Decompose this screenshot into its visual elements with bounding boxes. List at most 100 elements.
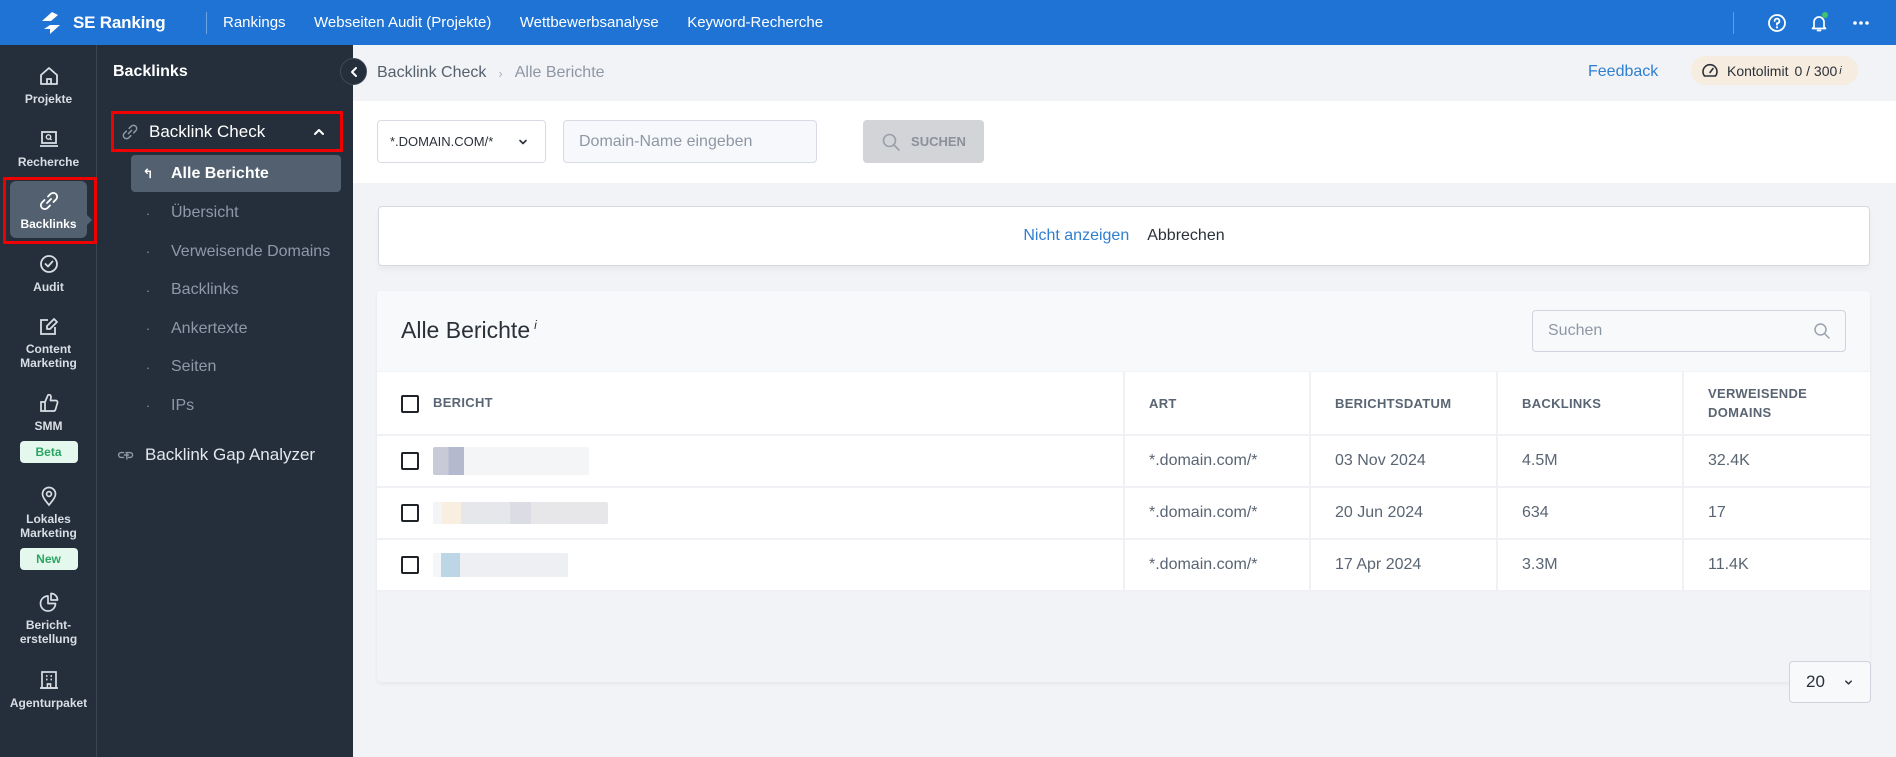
submenu-label: Übersicht (171, 204, 239, 222)
submenu-item-backlinks[interactable]: · Backlinks (131, 271, 341, 310)
report-name-blurred[interactable] (433, 447, 589, 475)
backlink-check-submenu: ↰ Alle Berichte · Übersicht · Verweisend… (131, 155, 341, 425)
table-row[interactable]: *.domain.com/* 17 Apr 2024 3.3M 11.4K (377, 539, 1870, 592)
search-button[interactable]: SUCHEN (863, 120, 984, 163)
sidebar-item-local-marketing[interactable]: Lokales Marketing New (0, 485, 97, 570)
column-header-backlinks[interactable]: BACKLINKS (1496, 372, 1683, 436)
reports-table: BERICHT ART BERICHTSDATUM BACKLINKS VERW… (377, 372, 1870, 592)
backlink-gap-analyzer-item[interactable]: Backlink Gap Analyzer (117, 445, 315, 465)
reports-search-input[interactable] (1548, 322, 1798, 340)
sidebar-item-reporting[interactable]: Bericht-erstellung (0, 591, 97, 646)
sidebar-item-label: SMM (34, 419, 63, 433)
submenu-item-all-reports[interactable]: ↰ Alle Berichte (131, 155, 341, 192)
bullet-icon: · (145, 282, 151, 298)
cell-date: 17 Apr 2024 (1309, 539, 1497, 592)
link-icon (39, 191, 58, 211)
divider (1733, 11, 1734, 34)
section-sidebar: Backlinks Backlink Check ↰ Alle Berichte… (97, 45, 367, 757)
collapse-sidebar-button[interactable] (340, 58, 367, 85)
sidebar-item-audit[interactable]: Audit (0, 253, 97, 294)
section-title: Backlinks (113, 63, 188, 80)
info-icon[interactable]: i (1839, 65, 1841, 77)
main-content: Backlink Check › Alle Berichte Feedback … (353, 45, 1896, 757)
column-header-type[interactable]: ART (1123, 372, 1310, 436)
notification-dot (1822, 12, 1828, 18)
help-button[interactable] (1756, 0, 1798, 45)
submenu-item-ips[interactable]: · IPs (131, 387, 341, 426)
per-page-select[interactable]: 20 (1789, 661, 1871, 703)
info-icon[interactable]: i (534, 318, 537, 332)
column-header-date[interactable]: BERICHTSDATUM (1309, 372, 1497, 436)
column-header-referring-domains[interactable]: VERWEISENDE DOMAINS (1682, 372, 1870, 436)
table-row[interactable]: *.domain.com/* 20 Jun 2024 634 17 (377, 487, 1870, 540)
help-icon (1768, 13, 1786, 32)
dont-show-link[interactable]: Nicht anzeigen (1023, 227, 1129, 245)
chevron-up-icon (314, 128, 324, 135)
nav-competitor-analysis[interactable]: Wettbewerbsanalyse (520, 14, 659, 31)
submenu-item-pages[interactable]: · Seiten (131, 348, 341, 387)
nav-keyword-research[interactable]: Keyword-Recherche (687, 14, 823, 31)
brand-logo[interactable]: SE Ranking (38, 10, 206, 36)
feedback-link[interactable]: Feedback (1588, 63, 1658, 81)
per-page-value: 20 (1806, 672, 1825, 691)
sidebar-item-backlinks[interactable]: Backlinks (0, 177, 97, 244)
cancel-link[interactable]: Abbrechen (1147, 227, 1224, 245)
submenu-item-overview[interactable]: · Übersicht (131, 194, 341, 233)
search-type-value: *.DOMAIN.COM/* (390, 134, 494, 149)
submenu-label: Verweisende Domains (171, 242, 331, 260)
report-name-blurred[interactable] (433, 553, 568, 577)
column-header-report[interactable]: BERICHT (377, 372, 1124, 436)
bullet-icon: · (145, 205, 151, 221)
cell-backlinks: 4.5M (1496, 435, 1683, 488)
pie-chart-icon (39, 592, 58, 612)
nav-website-audit[interactable]: Webseiten Audit (Projekte) (314, 14, 491, 31)
submenu-label: Ankertexte (171, 319, 248, 337)
reports-search[interactable] (1532, 310, 1846, 352)
bullet-icon: · (145, 398, 151, 414)
domain-input[interactable] (563, 120, 817, 163)
breadcrumb: Backlink Check › Alle Berichte (377, 64, 605, 82)
notifications-button[interactable] (1798, 0, 1840, 45)
submenu-item-referring-domains[interactable]: · Verweisende Domains (131, 233, 341, 272)
sidebar-item-label: Backlinks (20, 217, 77, 231)
search-type-select[interactable]: *.DOMAIN.COM/* (377, 120, 546, 163)
limit-value: 0 / 300 (1794, 62, 1838, 79)
sidebar-item-label: Projekte (24, 92, 73, 106)
breadcrumb-backlink-check[interactable]: Backlink Check (377, 64, 486, 82)
sidebar-item-agency-pack[interactable]: Agenturpaket (0, 669, 97, 710)
menu-label: Backlink Gap Analyzer (145, 445, 316, 464)
more-button[interactable] (1840, 0, 1882, 45)
brand-name: SE Ranking (73, 12, 166, 32)
sidebar-item-label: Audit (33, 280, 64, 294)
cell-type: *.domain.com/* (1123, 435, 1310, 488)
submenu-item-anchor-texts[interactable]: · Ankertexte (131, 310, 341, 349)
reports-card-header: Alle Berichte i (377, 291, 1870, 371)
sidebar-item-projects[interactable]: Projekte (0, 65, 97, 106)
sidebar-item-content-marketing[interactable]: Content Marketing (0, 315, 97, 370)
table-header-row: BERICHT ART BERICHTSDATUM BACKLINKS VERW… (377, 372, 1870, 436)
select-all-checkbox[interactable] (401, 394, 419, 413)
new-badge: New (19, 548, 78, 570)
sidebar-item-label: Content Marketing (20, 342, 77, 370)
research-icon (39, 131, 58, 147)
search-icon (882, 133, 900, 151)
row-checkbox[interactable] (401, 504, 419, 522)
cell-domains: 17 (1682, 487, 1870, 540)
link-icon (122, 124, 138, 139)
submenu-label: Backlinks (171, 281, 239, 299)
submenu-label: Alle Berichte (171, 164, 269, 182)
sidebar-item-smm[interactable]: SMM Beta (0, 392, 97, 463)
location-pin-icon (41, 486, 56, 507)
sidebar-item-research[interactable]: Recherche (0, 128, 97, 169)
nav-rankings[interactable]: Rankings (223, 14, 286, 31)
cell-type: *.domain.com/* (1123, 539, 1310, 592)
reports-title: Alle Berichte i (401, 317, 537, 344)
backlink-check-group[interactable]: Backlink Check (111, 111, 343, 152)
row-checkbox[interactable] (401, 452, 419, 470)
cell-date: 03 Nov 2024 (1309, 435, 1497, 488)
breadcrumb-separator-icon: › (498, 65, 503, 81)
row-checkbox[interactable] (401, 556, 419, 574)
table-row[interactable]: *.domain.com/* 03 Nov 2024 4.5M 32.4K (377, 435, 1870, 488)
report-name-blurred[interactable] (433, 502, 608, 524)
top-bar-actions (1733, 0, 1896, 45)
